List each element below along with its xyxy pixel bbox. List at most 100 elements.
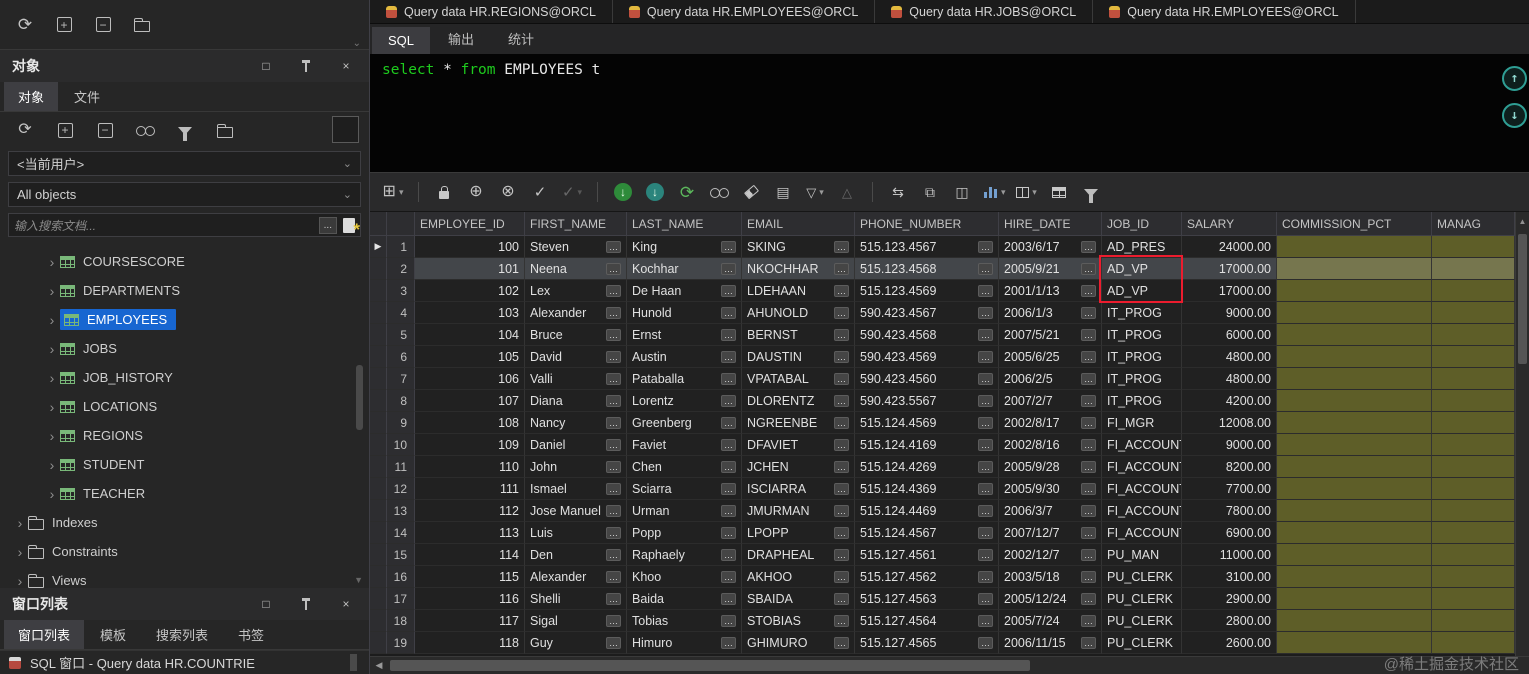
cell-expand-icon[interactable]: … (978, 306, 993, 319)
cell-expand-icon[interactable]: … (721, 460, 736, 473)
cell-last-name[interactable]: Lorentz… (627, 390, 742, 412)
cell-manager[interactable] (1432, 632, 1515, 654)
cell-expand-icon[interactable]: … (978, 328, 993, 341)
cell-hire-date[interactable]: 2005/9/21… (999, 258, 1102, 280)
pin-icon[interactable] (299, 59, 313, 73)
cell-commission-pct[interactable] (1277, 610, 1432, 632)
cell-first-name[interactable]: Den… (525, 544, 627, 566)
cell-salary[interactable]: 7700.00 (1182, 478, 1277, 500)
cell-phone-number[interactable]: 590.423.4568… (855, 324, 999, 346)
cell-commission-pct[interactable] (1277, 302, 1432, 324)
editor-tab-1[interactable]: 输出 (432, 23, 490, 54)
row-number[interactable]: 18 (387, 610, 415, 632)
cell-salary[interactable]: 11000.00 (1182, 544, 1277, 566)
cell-employee-id[interactable]: 110 (415, 456, 525, 478)
cell-expand-icon[interactable]: … (978, 592, 993, 605)
cell-expand-icon[interactable]: … (1081, 570, 1096, 583)
insert-record-icon[interactable]: ⊕ (463, 179, 489, 205)
cell-manager[interactable] (1432, 478, 1515, 500)
cell-email[interactable]: VPATABAL… (742, 368, 855, 390)
cell-salary[interactable]: 2900.00 (1182, 588, 1277, 610)
row-number[interactable]: 4 (387, 302, 415, 324)
cell-email[interactable]: DRAPHEAL… (742, 544, 855, 566)
cell-job-id[interactable]: FI_ACCOUNT (1102, 478, 1182, 500)
cell-commission-pct[interactable] (1277, 434, 1432, 456)
cell-employee-id[interactable]: 108 (415, 412, 525, 434)
cell-job-id[interactable]: FI_MGR (1102, 412, 1182, 434)
cell-email[interactable]: BERNST… (742, 324, 855, 346)
refresh-icon[interactable]: ⟳ (12, 12, 38, 38)
sql-editor[interactable]: select * from EMPLOYEES t ↑ ↓ (370, 54, 1529, 172)
cell-expand-icon[interactable]: … (1081, 438, 1096, 451)
cell-job-id[interactable]: AD_PRES (1102, 236, 1182, 258)
cell-job-id[interactable]: IT_PROG (1102, 346, 1182, 368)
cell-expand-icon[interactable]: … (834, 394, 849, 407)
current-user-dropdown[interactable]: <当前用户> ⌄ (8, 151, 361, 176)
cell-salary[interactable]: 17000.00 (1182, 280, 1277, 302)
cell-expand-icon[interactable]: … (721, 306, 736, 319)
delete-record-icon[interactable]: ⊗ (495, 179, 521, 205)
cell-manager[interactable] (1432, 412, 1515, 434)
cell-hire-date[interactable]: 2005/9/30… (999, 478, 1102, 500)
row-number[interactable]: 15 (387, 544, 415, 566)
cell-hire-date[interactable]: 2006/1/3… (999, 302, 1102, 324)
chevron-right-icon[interactable]: › (44, 457, 60, 473)
tree-item-table[interactable]: › STUDENT (0, 450, 369, 479)
cell-job-id[interactable]: PU_MAN (1102, 544, 1182, 566)
cell-expand-icon[interactable]: … (834, 570, 849, 583)
chevron-right-icon[interactable]: › (12, 515, 28, 531)
cell-expand-icon[interactable]: … (834, 306, 849, 319)
cell-hire-date[interactable]: 2003/5/18… (999, 566, 1102, 588)
cell-phone-number[interactable]: 515.127.4564… (855, 610, 999, 632)
tab-1[interactable]: 文件 (60, 82, 114, 111)
cell-commission-pct[interactable] (1277, 324, 1432, 346)
cell-salary[interactable]: 8200.00 (1182, 456, 1277, 478)
chevron-right-icon[interactable]: › (44, 399, 60, 415)
cell-hire-date[interactable]: 2006/2/5… (999, 368, 1102, 390)
scroll-left-icon[interactable]: ◀ (370, 660, 388, 671)
lock-icon[interactable] (431, 179, 457, 205)
cell-expand-icon[interactable]: … (978, 504, 993, 517)
cell-expand-icon[interactable]: … (606, 460, 621, 473)
cell-expand-icon[interactable]: … (834, 548, 849, 561)
cell-employee-id[interactable]: 118 (415, 632, 525, 654)
cell-employee-id[interactable]: 113 (415, 522, 525, 544)
cell-salary[interactable]: 6900.00 (1182, 522, 1277, 544)
cell-job-id[interactable]: IT_PROG (1102, 390, 1182, 412)
cell-expand-icon[interactable]: … (721, 504, 736, 517)
cell-hire-date[interactable]: 2002/8/17… (999, 412, 1102, 434)
grid-row[interactable]: 9 108 Nancy… Greenberg… NGREENBE… 515.124.456… (370, 412, 1515, 434)
grid-row[interactable]: 15 114 Den … Raphaely … DRAPHEAL … 515.127.4561 …… (370, 544, 1515, 566)
cell-phone-number[interactable]: 515.123.4569… (855, 280, 999, 302)
cell-employee-id[interactable]: 106 (415, 368, 525, 390)
cell-expand-icon[interactable]: … (606, 416, 621, 429)
cell-expand-icon[interactable]: … (721, 394, 736, 407)
funnel-icon[interactable] (1078, 179, 1104, 205)
cell-expand-icon[interactable]: … (834, 526, 849, 539)
cell-hire-date[interactable]: 2003/6/17… (999, 236, 1102, 258)
cell-expand-icon[interactable]: … (721, 416, 736, 429)
cell-expand-icon[interactable]: … (721, 438, 736, 451)
cell-expand-icon[interactable]: … (1081, 306, 1096, 319)
chevron-right-icon[interactable]: › (44, 370, 60, 386)
vertical-scrollbar-thumb[interactable] (1518, 234, 1527, 364)
cell-job-id[interactable]: FI_ACCOUNT (1102, 500, 1182, 522)
cell-first-name[interactable]: Shelli… (525, 588, 627, 610)
cell-expand-icon[interactable]: … (606, 438, 621, 451)
cell-email[interactable]: NKOCHHAR… (742, 258, 855, 280)
grid-row[interactable]: 18 117 Sigal… Tobias… STOBIAS… 515.127.4564… 2… (370, 610, 1515, 632)
cell-expand-icon[interactable]: … (834, 504, 849, 517)
cell-expand-icon[interactable]: … (834, 372, 849, 385)
cell-hire-date[interactable]: 2006/3/7… (999, 500, 1102, 522)
cell-salary[interactable]: 12008.00 (1182, 412, 1277, 434)
cell-hire-date[interactable]: 2002/8/16… (999, 434, 1102, 456)
cell-expand-icon[interactable]: … (834, 328, 849, 341)
cell-email[interactable]: JMURMAN… (742, 500, 855, 522)
cell-expand-icon[interactable]: … (834, 262, 849, 275)
erase-icon[interactable] (738, 179, 764, 205)
cell-phone-number[interactable]: 515.124.4169… (855, 434, 999, 456)
single-record-icon[interactable]: ▤ (770, 179, 796, 205)
tree-scroll-down-icon[interactable]: ▼ (354, 575, 363, 585)
restore-icon[interactable]: □ (259, 59, 273, 73)
grid-row[interactable]: 3 102 Lex… De Haan… LDEHAAN… 515.123.4569… 200… (370, 280, 1515, 302)
